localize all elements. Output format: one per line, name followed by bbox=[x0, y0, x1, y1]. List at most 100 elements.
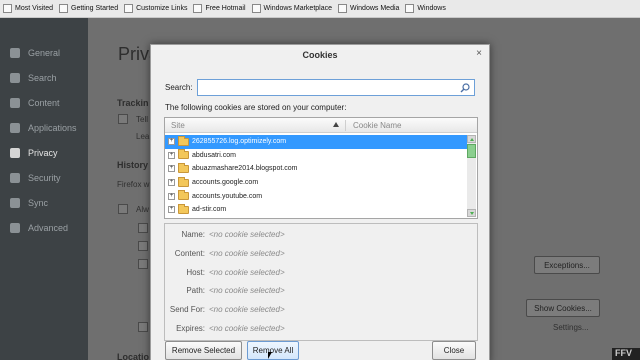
search-input[interactable] bbox=[198, 80, 454, 95]
cookie-name-column-header[interactable]: Cookie Name bbox=[353, 121, 401, 130]
close-button[interactable]: Close bbox=[432, 341, 476, 360]
detail-label: Content: bbox=[174, 248, 205, 258]
search-icon[interactable] bbox=[460, 83, 470, 93]
bookmark-icon bbox=[59, 4, 68, 13]
tracking-checkbox[interactable] bbox=[118, 114, 128, 124]
detail-row-send-for: Send For: <no cookie selected> bbox=[165, 305, 477, 317]
scroll-up-icon[interactable] bbox=[467, 135, 476, 143]
expand-icon[interactable]: + bbox=[168, 151, 175, 159]
settings-button[interactable]: Settings... bbox=[553, 323, 589, 332]
bookmark-label: Most Visited bbox=[15, 5, 53, 12]
detail-row-name: Name: <no cookie selected> bbox=[165, 230, 477, 242]
search-icon bbox=[10, 73, 20, 83]
sidebar-item-advanced[interactable]: Advanced bbox=[0, 217, 88, 239]
detail-value: <no cookie selected> bbox=[209, 286, 285, 296]
sidebar-item-applications[interactable]: Applications bbox=[0, 117, 88, 139]
remove-selected-button[interactable]: Remove Selected bbox=[165, 341, 242, 360]
site-name: 262855726.log.optimizely.com bbox=[192, 138, 287, 146]
sidebar-item-security[interactable]: Security bbox=[0, 167, 88, 189]
bookmark-free-hotmail[interactable]: Free Hotmail bbox=[193, 4, 246, 13]
dialog-title: Cookies bbox=[302, 50, 338, 60]
sidebar-item-label: Security bbox=[28, 173, 61, 183]
search-field[interactable] bbox=[197, 79, 475, 96]
bookmark-windows-marketplace[interactable]: Windows Marketplace bbox=[251, 4, 332, 13]
search-label: Search: bbox=[165, 83, 193, 92]
bookmark-label: Free Hotmail bbox=[205, 5, 246, 12]
history-option-checkbox[interactable] bbox=[138, 322, 148, 332]
sort-ascending-icon bbox=[333, 122, 339, 127]
bookmark-windows[interactable]: Windows bbox=[405, 4, 446, 13]
site-name: abdusatri.com bbox=[192, 151, 236, 159]
history-option-checkbox[interactable] bbox=[138, 241, 148, 251]
tracking-heading: Trackin bbox=[117, 98, 149, 108]
cookies-dialog: Cookies × Search: The following cookies … bbox=[150, 44, 490, 360]
expand-icon[interactable]: + bbox=[168, 165, 175, 173]
advanced-icon bbox=[10, 223, 20, 233]
bookmark-label: Windows Media bbox=[350, 5, 400, 12]
watermark-logo: FFV bbox=[612, 348, 640, 360]
preferences-sidebar: General Search Content Applications Priv… bbox=[0, 18, 88, 360]
history-option-checkbox[interactable] bbox=[138, 259, 148, 269]
general-icon bbox=[10, 48, 20, 58]
bookmark-getting-started[interactable]: Getting Started bbox=[59, 4, 118, 13]
detail-label: Name: bbox=[181, 230, 205, 239]
site-name: abuazmashare2014.blogspot.com bbox=[192, 165, 298, 173]
close-icon[interactable]: × bbox=[473, 48, 485, 60]
bookmarks-toolbar: Most Visited Getting Started Customize L… bbox=[0, 0, 640, 18]
column-divider[interactable] bbox=[345, 120, 346, 131]
history-option-checkbox[interactable] bbox=[138, 223, 148, 233]
bookmark-label: Windows bbox=[417, 5, 446, 12]
expand-icon[interactable]: + bbox=[168, 179, 175, 187]
site-column-header[interactable]: Site bbox=[171, 121, 185, 130]
exceptions-button[interactable]: Exceptions... bbox=[534, 256, 600, 274]
learn-more-link[interactable]: Lea bbox=[136, 132, 149, 141]
tracking-text: Tell bbox=[136, 115, 149, 124]
expand-icon[interactable]: + bbox=[168, 206, 175, 214]
bookmark-label: Customize Links bbox=[136, 5, 188, 12]
site-row[interactable]: + accounts.google.com bbox=[165, 176, 469, 190]
sidebar-item-general[interactable]: General bbox=[0, 42, 88, 64]
site-row[interactable]: + ad-stir.com bbox=[165, 203, 469, 217]
site-row[interactable]: +262855726.log.optimizely.com bbox=[165, 135, 469, 149]
bookmark-label: Getting Started bbox=[71, 5, 119, 12]
bookmark-windows-media[interactable]: Windows Media bbox=[338, 4, 399, 13]
bookmark-icon bbox=[405, 4, 415, 13]
site-list: +262855726.log.optimizely.com + abdusatri… bbox=[165, 135, 469, 217]
sidebar-item-privacy[interactable]: Privacy bbox=[0, 142, 88, 164]
site-row[interactable]: + abdusatri.com bbox=[165, 149, 469, 163]
sidebar-item-label: Privacy bbox=[28, 148, 58, 158]
expand-icon[interactable]: + bbox=[168, 192, 175, 200]
bookmark-most-visited[interactable]: Most Visited bbox=[3, 4, 53, 13]
expand-icon[interactable]: + bbox=[168, 138, 175, 146]
cookies-stored-text: The following cookies are stored on your… bbox=[165, 103, 347, 112]
content-icon bbox=[10, 98, 20, 108]
site-name: accounts.google.com bbox=[192, 179, 259, 187]
site-name: accounts.youtube.com bbox=[192, 192, 263, 200]
site-row[interactable]: + abuazmashare2014.blogspot.com bbox=[165, 162, 469, 176]
sidebar-item-label: Advanced bbox=[28, 223, 69, 233]
folder-icon bbox=[178, 162, 189, 173]
site-row[interactable]: + accounts.youtube.com bbox=[165, 189, 469, 203]
scroll-down-icon[interactable] bbox=[467, 209, 476, 217]
folder-icon bbox=[178, 176, 189, 187]
tree-scrollbar[interactable] bbox=[467, 135, 476, 217]
history-heading: History bbox=[117, 160, 149, 170]
cookie-details-panel: Name: <no cookie selected> Content: <no co… bbox=[164, 223, 478, 341]
security-icon bbox=[10, 173, 20, 183]
bookmark-customize-links[interactable]: Customize Links bbox=[124, 4, 187, 13]
bookmark-icon bbox=[338, 4, 347, 13]
show-cookies-button[interactable]: Show Cookies... bbox=[526, 299, 600, 317]
detail-label: Path: bbox=[186, 286, 205, 296]
scrollbar-thumb[interactable] bbox=[467, 144, 476, 158]
sidebar-item-sync[interactable]: Sync bbox=[0, 192, 88, 214]
detail-value: <no cookie selected> bbox=[209, 267, 285, 277]
always-checkbox[interactable] bbox=[118, 204, 128, 214]
cookie-tree[interactable]: Site Cookie Name +262855726.log.optimize… bbox=[164, 117, 478, 219]
sidebar-item-content[interactable]: Content bbox=[0, 92, 88, 114]
bookmark-icon bbox=[124, 4, 134, 13]
firefox-will-text: Firefox w bbox=[117, 180, 150, 189]
remove-all-button[interactable]: Remove All bbox=[247, 341, 299, 360]
sidebar-item-label: General bbox=[28, 48, 61, 58]
sidebar-item-label: Applications bbox=[28, 123, 77, 133]
sidebar-item-search[interactable]: Search bbox=[0, 67, 88, 89]
